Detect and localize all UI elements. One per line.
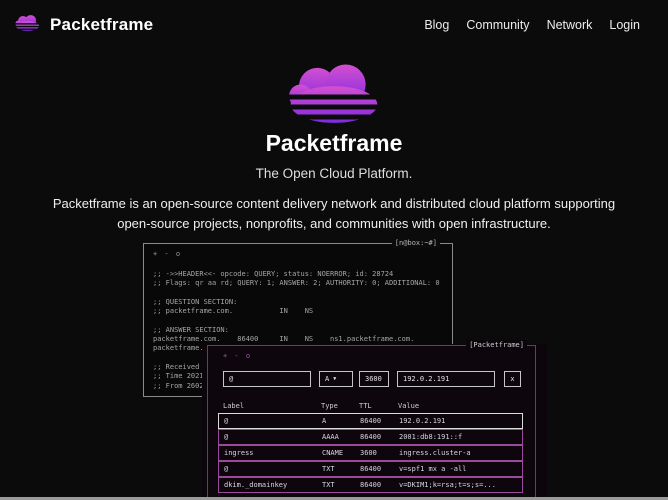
- row-value: v=spf1 mx a -all: [399, 465, 467, 473]
- navbar: Packetframe Blog Community Network Login: [0, 0, 668, 50]
- table-row[interactable]: dkim._domainkey TXT 86400 v=DKIM1;k=rsa;…: [218, 477, 523, 493]
- row-label: ingress: [224, 449, 254, 457]
- row-label: @: [224, 417, 229, 425]
- hero-section: Packetframe The Open Cloud Platform. Pac…: [0, 50, 668, 233]
- row-type: TXT: [322, 481, 335, 489]
- terminal-window-title: [n@box:~#]: [391, 238, 440, 248]
- row-ttl: 86400: [360, 433, 382, 441]
- records-table-header: Label Type TTL Value: [218, 399, 523, 411]
- record-delete-button[interactable]: x: [504, 371, 521, 387]
- table-row[interactable]: ingress CNAME 3600 ingress.cluster-a: [218, 445, 523, 461]
- row-label: @: [224, 433, 229, 441]
- row-label: dkim._domainkey: [224, 481, 288, 489]
- row-ttl: 86400: [360, 465, 382, 473]
- header-ttl: TTL: [359, 402, 372, 410]
- page-subtitle: The Open Cloud Platform.: [255, 166, 413, 181]
- row-ttl: 86400: [360, 481, 382, 489]
- row-value: 192.0.2.191: [399, 417, 446, 425]
- hero-cloud-icon: [0, 61, 668, 128]
- dashboard-window: [Packetframe] + - o @ A ▼ 3600 192.0.2.1…: [207, 340, 536, 500]
- row-type: TXT: [322, 465, 335, 473]
- header-type: Type: [321, 402, 338, 410]
- nav-link-login[interactable]: Login: [609, 18, 640, 32]
- nav-link-blog[interactable]: Blog: [424, 18, 449, 32]
- page: Packetframe Blog Community Network Login: [0, 0, 668, 500]
- record-ttl-input[interactable]: 3600: [359, 371, 389, 387]
- page-description: Packetframe is an open-source content de…: [52, 196, 616, 231]
- row-ttl: 86400: [360, 417, 382, 425]
- caret-down-icon: ▼: [333, 376, 337, 382]
- row-type: CNAME: [322, 449, 344, 457]
- record-type-value: A: [325, 375, 330, 383]
- nav-link-community[interactable]: Community: [466, 18, 529, 32]
- dashboard-window-title: [Packetframe]: [466, 340, 527, 350]
- header-value: Value: [398, 402, 420, 410]
- terminal-window-controls: + - o: [153, 250, 182, 258]
- row-value: v=DKIM1;k=rsa;t=s;s=...: [399, 481, 496, 489]
- row-type: AAAA: [322, 433, 339, 441]
- nav-links: Blog Community Network Login: [424, 18, 640, 32]
- record-type-select[interactable]: A ▼: [319, 371, 353, 387]
- row-type: A: [322, 417, 327, 425]
- row-label: @: [224, 465, 229, 473]
- page-title: Packetframe: [265, 130, 403, 156]
- row-value: ingress.cluster-a: [399, 449, 471, 457]
- table-row[interactable]: @ AAAA 86400 2001:db8:191::f: [218, 429, 523, 445]
- brand-link[interactable]: Packetframe: [14, 14, 153, 36]
- dashboard-window-controls: + - o: [223, 352, 252, 360]
- row-value: 2001:db8:191::f: [399, 433, 463, 441]
- packetframe-logo-icon: [14, 14, 41, 36]
- row-ttl: 3600: [360, 449, 377, 457]
- nav-link-network[interactable]: Network: [547, 18, 593, 32]
- record-value-input[interactable]: 192.0.2.191: [397, 371, 495, 387]
- dashboard-window-wrap: [Packetframe] + - o @ A ▼ 3600 192.0.2.1…: [202, 340, 547, 500]
- brand-name: Packetframe: [50, 15, 154, 34]
- record-name-input[interactable]: @: [223, 371, 311, 387]
- table-row[interactable]: @ A 86400 192.0.2.191: [218, 413, 523, 429]
- table-row[interactable]: @ TXT 86400 v=spf1 mx a -all: [218, 461, 523, 477]
- header-label: Label: [223, 402, 245, 410]
